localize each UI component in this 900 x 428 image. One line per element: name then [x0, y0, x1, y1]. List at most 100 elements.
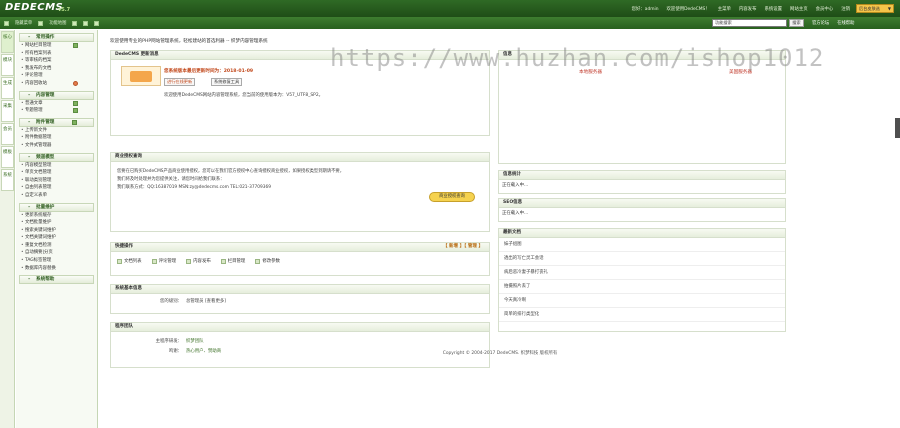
- quick-op-settings[interactable]: 修改参数: [255, 258, 280, 264]
- menu-item-columns[interactable]: 网站栏目管理: [19, 42, 94, 50]
- quick-ops-manage-link[interactable]: 【 新增 】【 管理 】: [443, 243, 483, 251]
- tab-generate[interactable]: 生成: [1, 77, 14, 99]
- business-panel: 商业授权查询 您要在已购买DedeCMS产品商业使用授权，您可以在我们官方授权中…: [110, 152, 490, 232]
- function-map-button[interactable]: 功能地图: [49, 20, 66, 26]
- menu-item-all-docs[interactable]: 所有档案列表: [19, 50, 94, 58]
- menu-item-file-manager[interactable]: 文件式管理器: [19, 142, 94, 150]
- latest-docs-title: 最新文档: [499, 229, 785, 238]
- menu-item-auto-summary[interactable]: 自动摘要|分页: [19, 249, 94, 257]
- shield-icon[interactable]: [73, 80, 78, 86]
- help-link[interactable]: 在线帮助: [837, 20, 854, 26]
- logo: DEDECMS: [5, 2, 64, 13]
- seo-loading: 正在载入中...: [502, 211, 529, 216]
- team-title: 程序团队: [111, 323, 489, 332]
- top-nav-site-home[interactable]: 网站主页: [790, 6, 808, 12]
- list-item[interactable]: 病后恶冷妻子暴打丧礼: [499, 266, 785, 280]
- add-icon[interactable]: [73, 108, 78, 114]
- list-item[interactable]: 妹子组图: [499, 238, 785, 252]
- main-content: 欢迎使用专业的PHP网站管理系统，轻松建站的首选利器 -- 织梦内容管理系统 D…: [100, 30, 900, 428]
- list-item[interactable]: 今天真冷啊: [499, 294, 785, 308]
- quick-op-doc-list[interactable]: 文档列表: [117, 258, 142, 264]
- menu-item-doc-keywords[interactable]: 文档关键词维护: [19, 234, 94, 242]
- tab-modules[interactable]: 模块: [1, 54, 14, 76]
- menu-item-comments[interactable]: 评论管理: [19, 72, 94, 80]
- top-nav-main-menu[interactable]: 主菜单: [718, 6, 731, 12]
- menu-item-single-page[interactable]: 单页文档管理: [19, 169, 94, 177]
- menu-group-content: 内容管理 普通文章 专题管理: [19, 90, 94, 115]
- sub-bar: 隐藏菜单 功能地图 搜索 官方论坛 在线帮助: [0, 17, 900, 29]
- top-nav-logout[interactable]: 注销: [841, 6, 850, 12]
- welcome-text: 欢迎使用DedeCMS网站内容管理系统，您当前的使用版本为：V57_UTF8_S…: [164, 93, 324, 98]
- quick-op-columns[interactable]: 栏目管理: [220, 258, 245, 264]
- tab-member[interactable]: 会员: [1, 123, 14, 145]
- top-nav-settings[interactable]: 系统设置: [764, 6, 782, 12]
- menu-title-help[interactable]: 系统帮助: [19, 275, 94, 285]
- folder-icon: [220, 258, 226, 264]
- menu-item-topic[interactable]: 专题管理: [19, 107, 94, 115]
- seo-panel: SEO信息 正在载入中...: [498, 198, 786, 222]
- menu-item-search-keywords[interactable]: 搜索关键词维护: [19, 227, 94, 235]
- tab-system[interactable]: 系统: [1, 169, 14, 191]
- menu-item-pending[interactable]: 等审核的档案: [19, 57, 94, 65]
- layout-icon-1[interactable]: [72, 20, 78, 26]
- tab-collect[interactable]: 采集: [1, 100, 14, 122]
- sysinfo-value: 总管理员 [查看更多]: [186, 299, 226, 304]
- business-panel-title: 商业授权查询: [111, 153, 489, 162]
- quick-op-comments[interactable]: 评论管理: [151, 258, 176, 264]
- add-icon[interactable]: [73, 100, 78, 106]
- online-update-button[interactable]: 进行在线更新: [164, 78, 196, 86]
- team-dev-link[interactable]: 织梦团队: [186, 339, 204, 344]
- menu-item-upload[interactable]: 上传新文件: [19, 127, 94, 135]
- menu-item-custom-form[interactable]: 自定义表单: [19, 192, 94, 200]
- top-nav-member[interactable]: 会员中心: [816, 6, 834, 12]
- menu-item-attach-data[interactable]: 附件数据管理: [19, 134, 94, 142]
- menu-title-common[interactable]: 常用操作: [19, 33, 94, 42]
- side-scroll-tab[interactable]: [895, 118, 900, 138]
- menu-title-batch[interactable]: 批量维护: [19, 202, 94, 212]
- menu-item-article[interactable]: 普通文章: [19, 100, 94, 108]
- map-icon: [38, 20, 44, 26]
- skin-select[interactable]: 后台皮肤选 ▼: [856, 4, 894, 13]
- menu-item-my-docs[interactable]: 我发布的文档: [19, 65, 94, 73]
- quick-ops-title: 快捷操作 【 新增 】【 管理 】: [111, 243, 489, 252]
- search-input[interactable]: [712, 19, 787, 27]
- menu-group-common: 常用操作 网站栏目管理 所有档案列表 等审核的档案 我发布的文档 评论管理 内容…: [19, 33, 94, 88]
- forum-link[interactable]: 官方论坛: [812, 20, 829, 26]
- vertical-tabs: 核心 模块 生成 采集 会员 模板 系统: [0, 30, 15, 428]
- chevron-down-icon: ▼: [887, 6, 891, 11]
- add-icon[interactable]: [72, 119, 77, 125]
- top-nav-publish[interactable]: 内容发布: [739, 6, 757, 12]
- menu-item-tags[interactable]: TAG标签管理: [19, 257, 94, 265]
- menu-item-update-cache[interactable]: 更新系统缓存: [19, 212, 94, 220]
- repair-tool-button[interactable]: 系统修复工具: [211, 78, 243, 86]
- menu-item-batch-docs[interactable]: 文档批量维护: [19, 219, 94, 227]
- layout-icon-3[interactable]: [94, 20, 100, 26]
- comment-icon: [151, 258, 157, 264]
- menu-title-content[interactable]: 内容管理: [19, 90, 94, 100]
- sysinfo-panel: 系统基本信息 您的级别： 总管理员 [查看更多]: [110, 284, 490, 314]
- list-item[interactable]: 透出的写亡灵工会话: [499, 252, 785, 266]
- business-query-button[interactable]: 商业授权查询: [429, 192, 475, 202]
- menu-item-free-list[interactable]: 自由列表管理: [19, 184, 94, 192]
- menu-title-channel[interactable]: 频道模型: [19, 152, 94, 162]
- add-icon[interactable]: [73, 43, 78, 48]
- tab-core[interactable]: 核心: [1, 31, 14, 53]
- layout-icon-2[interactable]: [83, 20, 89, 26]
- quick-op-publish[interactable]: 内容发布: [186, 258, 211, 264]
- menu-item-recycle[interactable]: 内容回收站: [19, 80, 94, 88]
- list-item[interactable]: 简单的排行类型化: [499, 308, 785, 322]
- menu-item-db-replace[interactable]: 数据库内容替换: [19, 265, 94, 273]
- menu-group-batch: 批量维护 更新系统缓存 文档批量维护 搜索关键词维护 文档关键词维护 重复文档检…: [19, 202, 94, 273]
- menu-item-linkage[interactable]: 联动类别管理: [19, 177, 94, 185]
- business-line-1: 您要在已购买DedeCMS产品商业使用授权，您可以在我们官方授权中心查询授权商业…: [117, 169, 345, 174]
- top-nav-user: 您好：admin: [631, 7, 659, 12]
- gear-icon: [255, 258, 261, 264]
- menu-title-attachment[interactable]: 附件管理: [19, 117, 94, 127]
- hide-menu-button[interactable]: 隐藏菜单: [15, 20, 32, 26]
- menu-item-duplicate[interactable]: 重复文档检测: [19, 242, 94, 250]
- list-item[interactable]: 拍摄照片丢了: [499, 280, 785, 294]
- menu-item-content-model[interactable]: 内容模型管理: [19, 162, 94, 170]
- tab-template[interactable]: 模板: [1, 146, 14, 168]
- search-button[interactable]: 搜索: [789, 19, 804, 27]
- info-stats-panel: 信息统计 正在载入中...: [498, 170, 786, 194]
